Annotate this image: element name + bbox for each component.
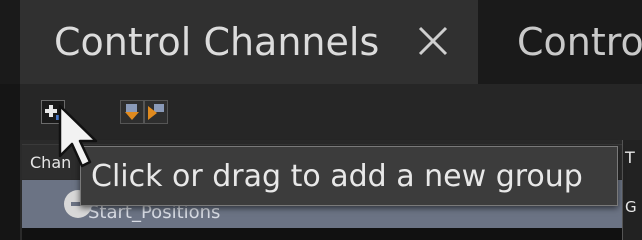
tab-control-2[interactable]: Contro (481, 0, 642, 84)
mouse-cursor-icon (58, 104, 98, 168)
import-button[interactable] (120, 100, 144, 124)
tab-label: Control Channels (54, 20, 380, 64)
import-icon (125, 104, 139, 120)
export-button[interactable] (144, 100, 168, 124)
list-bottom (22, 228, 622, 240)
tab-label: Contro (517, 20, 642, 64)
tooltip: Click or drag to add a new group (80, 146, 618, 206)
toolbar (20, 84, 642, 140)
tab-control-channels[interactable]: Control Channels (20, 0, 478, 84)
right-column-header: T (625, 148, 635, 167)
right-column-cell: G (625, 198, 637, 216)
close-icon[interactable] (415, 22, 451, 60)
tab-bar: Control Channels Contro (0, 0, 642, 84)
tooltip-text: Click or drag to add a new group (91, 159, 583, 194)
export-icon (148, 104, 164, 120)
right-column: T G (622, 140, 642, 240)
